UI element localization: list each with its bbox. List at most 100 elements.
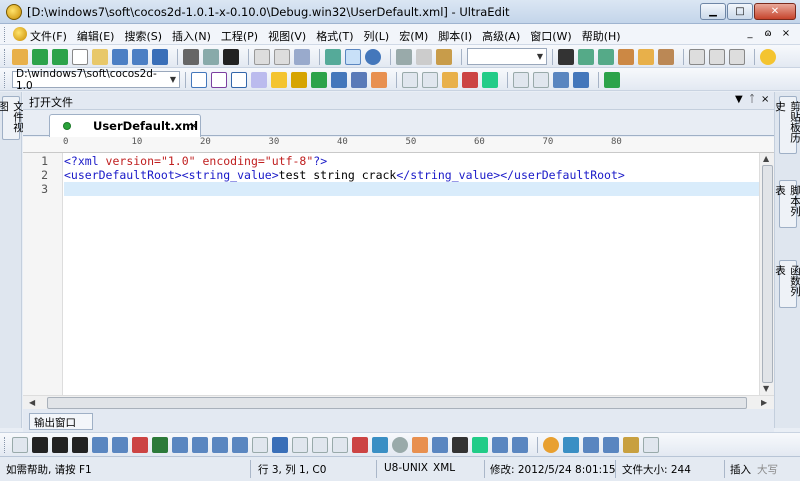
find-next-icon[interactable] — [578, 48, 594, 65]
tile-horizontal-icon[interactable] — [689, 48, 705, 65]
tool-icon[interactable] — [371, 71, 387, 88]
path-combo[interactable]: D:\windows7\soft\cocos2d-1.0 ▼ — [12, 68, 180, 92]
menu-edit[interactable]: 编辑(E) — [77, 28, 115, 44]
code-line[interactable] — [64, 182, 759, 196]
link-icon[interactable] — [472, 437, 488, 453]
hr-icon[interactable] — [272, 437, 288, 453]
db-icon[interactable] — [331, 71, 347, 88]
save-all-icon[interactable] — [132, 48, 148, 65]
new-file-icon[interactable] — [72, 48, 88, 65]
ftp-icon[interactable] — [351, 71, 367, 88]
compare-icon[interactable] — [422, 71, 438, 88]
tip-bulb-icon[interactable] — [760, 48, 776, 65]
panel-close-icon[interactable]: × — [761, 94, 769, 105]
menu-file[interactable]: 文件(F) — [30, 28, 67, 44]
output-window-tab[interactable]: 输出窗口 — [29, 413, 93, 430]
menu-script[interactable]: 脚本(I) — [438, 28, 472, 44]
editor-area[interactable]: 1 2 3 <?xml version="1.0" encoding="utf-… — [23, 153, 759, 395]
paragraph-icon[interactable] — [12, 437, 28, 453]
indent-icon[interactable] — [212, 437, 228, 453]
menu-search[interactable]: 搜索(S) — [124, 28, 162, 44]
list-bullet-icon[interactable] — [172, 437, 188, 453]
menu-insert[interactable]: 插入(N) — [172, 28, 211, 44]
tag-icon[interactable] — [462, 71, 478, 88]
panel-menu-icon[interactable]: ▼ — [735, 94, 743, 105]
maximize-button[interactable]: □ — [727, 3, 753, 20]
forward-icon[interactable] — [52, 48, 68, 65]
horizontal-scroll-thumb[interactable] — [47, 397, 747, 409]
validate-icon[interactable] — [583, 437, 599, 453]
column-mode-icon[interactable] — [274, 48, 290, 65]
replace-icon[interactable] — [618, 48, 634, 65]
vertical-scroll-thumb[interactable] — [762, 165, 773, 383]
status-encoding[interactable]: U8-UNIX — [384, 462, 428, 474]
button-insert-icon[interactable] — [332, 437, 348, 453]
replace-in-files-icon[interactable] — [658, 48, 674, 65]
font-icon[interactable] — [223, 48, 239, 65]
toolbar-grip[interactable] — [4, 437, 7, 453]
anchor-icon[interactable] — [452, 437, 468, 453]
browser-icon[interactable] — [365, 48, 381, 65]
menu-window[interactable]: 窗口(W) — [530, 28, 571, 44]
outdent-icon[interactable] — [232, 437, 248, 453]
outline-icon[interactable] — [533, 71, 549, 88]
google-icon[interactable] — [191, 71, 207, 88]
list-view-icon[interactable] — [345, 48, 361, 65]
menubar-grip[interactable] — [4, 27, 7, 42]
cut-icon[interactable] — [396, 48, 412, 65]
function-list-tab[interactable]: 函数列表 — [774, 260, 800, 308]
toolbar-grip[interactable] — [4, 48, 7, 65]
image-insert-icon[interactable] — [412, 437, 428, 453]
open-folder-icon[interactable] — [92, 48, 108, 65]
script-tag-icon[interactable] — [643, 437, 659, 453]
yahoo-icon[interactable] — [211, 71, 227, 88]
menu-macro[interactable]: 宏(M) — [399, 28, 428, 44]
pin-icon[interactable]: ᛏ — [749, 94, 755, 105]
tab-userdefault-xml[interactable]: UserDefault.xml × — [49, 114, 201, 137]
chevron-down-icon[interactable]: ▼ — [170, 75, 176, 84]
html-icon[interactable] — [311, 71, 327, 88]
code-line[interactable]: <?xml version="1.0" encoding="utf-8"?> — [64, 154, 759, 168]
script-list-tab[interactable]: 脚本列表 — [774, 180, 800, 228]
save-icon[interactable] — [112, 48, 128, 65]
screen-icon[interactable] — [573, 71, 589, 88]
embed-icon[interactable] — [512, 437, 528, 453]
php-icon[interactable] — [291, 71, 307, 88]
scroll-right-icon[interactable]: ▶ — [761, 398, 767, 407]
anchor-red-icon[interactable] — [352, 437, 368, 453]
copy-icon[interactable] — [416, 48, 432, 65]
mdi-close-button[interactable]: × — [778, 27, 794, 41]
horizontal-scrollbar[interactable]: ◀ ▶ — [23, 395, 774, 409]
find-prev-icon[interactable] — [598, 48, 614, 65]
underline-icon[interactable] — [72, 437, 88, 453]
print-icon[interactable] — [183, 48, 199, 65]
toolbar-grip[interactable] — [4, 71, 7, 88]
list-number-icon[interactable] — [192, 437, 208, 453]
scroll-left-icon[interactable]: ◀ — [29, 398, 35, 407]
paste-icon[interactable] — [436, 48, 452, 65]
menu-column[interactable]: 列(L) — [364, 28, 390, 44]
open-icon[interactable] — [12, 48, 28, 65]
align-left-icon[interactable] — [92, 437, 108, 453]
web-search-icon[interactable] — [251, 71, 267, 88]
doc-view-icon[interactable] — [402, 71, 418, 88]
frame-icon[interactable] — [432, 437, 448, 453]
search-combo[interactable]: ▼ — [467, 48, 547, 65]
ultraedit-app-icon[interactable] — [6, 4, 22, 20]
tile-vertical-icon[interactable] — [709, 48, 725, 65]
code-line[interactable]: <userDefaultRoot><string_value>test stri… — [64, 168, 759, 182]
menu-view[interactable]: 视图(V) — [268, 28, 306, 44]
back-icon[interactable] — [32, 48, 48, 65]
preview-icon[interactable] — [563, 437, 579, 453]
vertical-scrollbar[interactable]: ▲ ▼ — [759, 153, 774, 395]
list-icon[interactable] — [513, 71, 529, 88]
tidy-icon[interactable] — [603, 437, 619, 453]
split-icon[interactable] — [325, 48, 341, 65]
color-picker-icon[interactable] — [543, 437, 559, 453]
find-in-files-icon[interactable] — [638, 48, 654, 65]
bookmark-icon[interactable] — [442, 71, 458, 88]
clipboard-history-tab[interactable]: 剪贴板历史 — [774, 96, 800, 154]
cascade-icon[interactable] — [729, 48, 745, 65]
align-center-icon[interactable] — [112, 437, 128, 453]
table-insert-icon[interactable] — [252, 437, 268, 453]
